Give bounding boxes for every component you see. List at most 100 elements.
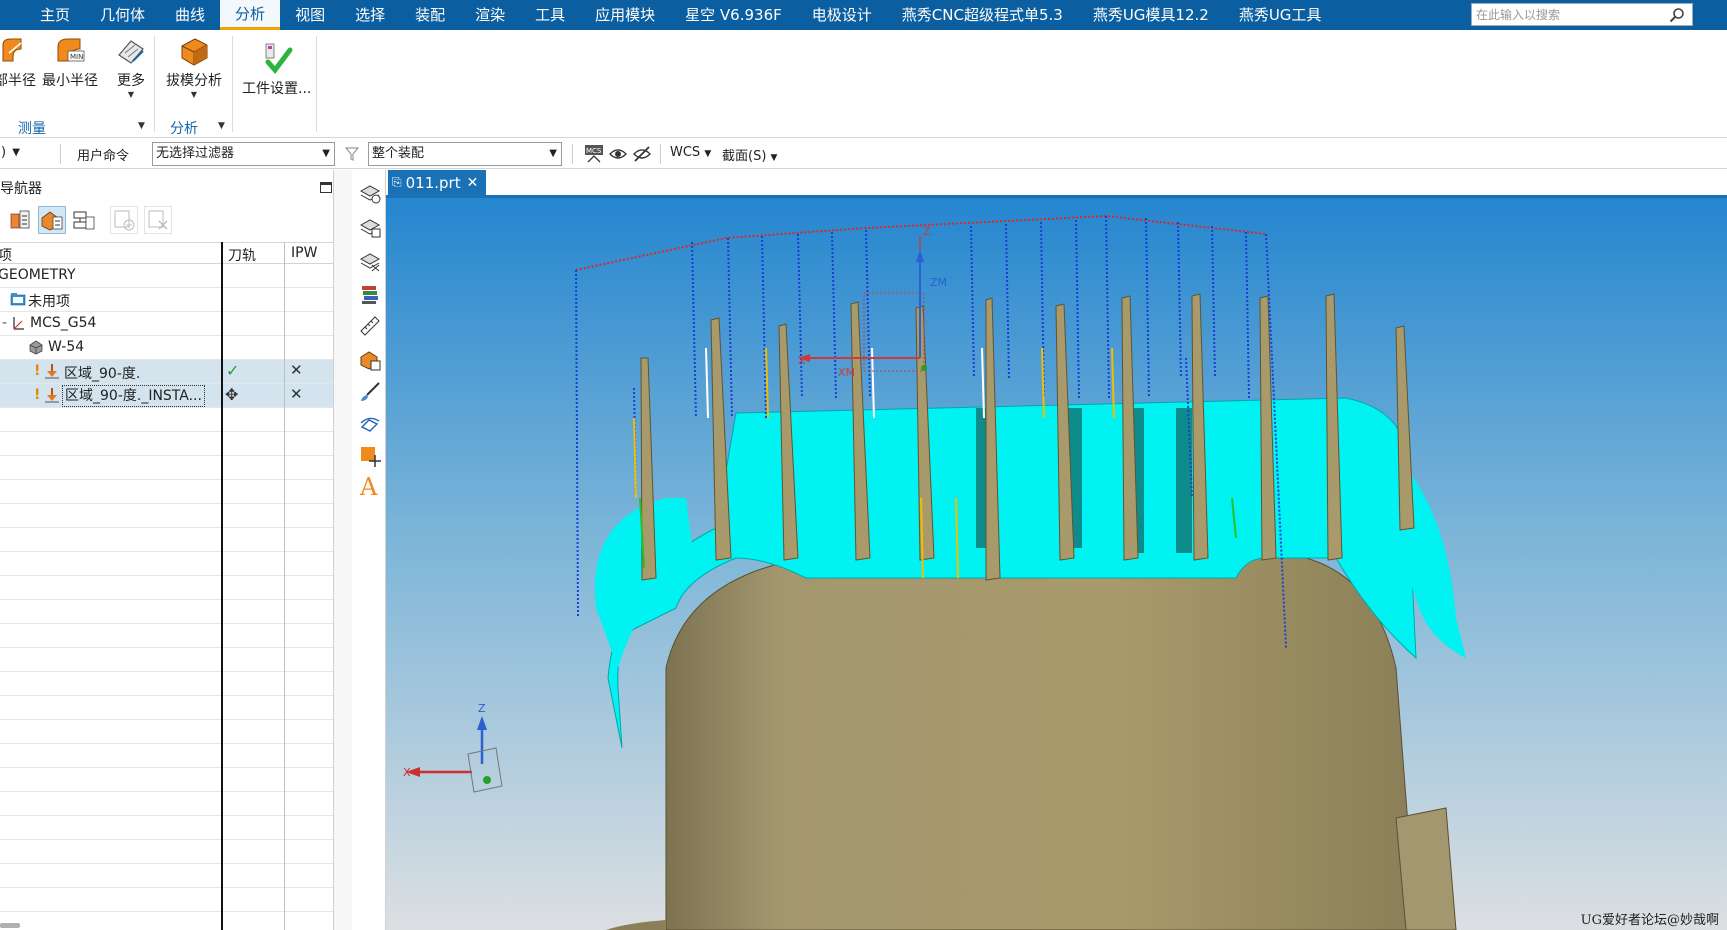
group-analysis-expand-icon[interactable]: ▼ [218,121,225,131]
tree-item-label: GEOMETRY [0,267,76,283]
menu-tools[interactable]: 工具 [520,0,580,30]
panel-splitter[interactable] [334,170,352,930]
text-icon[interactable]: A [357,472,383,500]
wcs-dropdown[interactable]: WCS ▼ [670,145,711,160]
menu-electrode-design[interactable]: 电极设计 [797,0,887,30]
program-order-view-icon[interactable] [6,206,34,234]
min-radius-label: 最小半径 [42,73,98,89]
close-icon[interactable]: ✕ [467,175,479,191]
group-measure-label: 测量 [18,121,46,137]
menu-assembly[interactable]: 装配 [400,0,460,30]
name-column-header[interactable]: 项 [0,245,12,265]
operation-navigator-icon[interactable] [357,346,383,374]
svg-text:MIN: MIN [70,53,83,61]
part-settings-label: 工件设置... [242,81,312,97]
machine-tool-view-icon[interactable] [70,206,98,234]
chevron-down-icon: ▼ [704,149,712,159]
local-radius-button[interactable]: 部半径 [0,34,36,90]
menu-yanxiu-mold[interactable]: 燕秀UG模具12.2 [1078,0,1224,30]
view-orient-icon[interactable] [357,410,383,438]
toolpath-move-icon: ✥ [225,385,239,404]
more-button[interactable]: 更多 ▼ [114,34,148,99]
menu-analysis[interactable]: 分析 [220,0,281,30]
part-file-icon: ⎘ [392,175,402,189]
user-command-label[interactable]: 用户命令 [77,145,129,164]
group-separator [154,36,155,132]
filter-icon[interactable] [342,144,362,164]
group-separator [316,36,317,132]
chevron-down-icon[interactable]: ▼ [191,90,197,99]
maximize-icon[interactable] [320,182,332,193]
mcs-icon[interactable]: MCS [584,144,604,164]
orange-shape-icon[interactable] [357,442,383,470]
menu-select[interactable]: 选择 [340,0,400,30]
tree-item-label: W-54 [48,339,85,355]
warning-icon: ! [34,387,41,403]
menu-render[interactable]: 渲染 [460,0,520,30]
part-step [1395,807,1457,930]
toolpath-column-header[interactable]: 刀轨 [228,245,256,265]
min-radius-button[interactable]: MIN 最小半径 [42,34,98,90]
type-filter-select[interactable]: 无选择过滤器 ▼ [152,142,335,166]
mcs-x-label: X [798,354,806,367]
graphics-viewport[interactable]: Z ZM XM X Z X UG爱好者论坛@妙哉啊 [386,198,1727,930]
wcs-label: WCS [670,145,701,160]
local-radius-label: 部半径 [0,73,36,89]
tree-item-label: 未用项 [28,294,70,310]
toolbar-separator [60,144,61,164]
folder-icon [10,291,26,307]
group-analysis-label: 分析 [170,121,198,137]
menu-home[interactable]: 主页 [0,0,85,30]
column-divider[interactable] [221,242,223,930]
hide-icon[interactable] [632,144,652,164]
graphics-tab[interactable]: ⎘ 011.prt ✕ [388,170,486,195]
menu-curve[interactable]: 曲线 [160,0,220,30]
menu-applications[interactable]: 应用模块 [580,0,670,30]
chevron-down-icon: ▼ [770,153,778,163]
operation-navigator: 导航器 项 刀轨 IPW GEOMETRY 未用项 - [0,170,334,930]
chevron-down-icon[interactable]: ▼ [128,90,134,99]
cavity-mill-icon [44,387,60,403]
search-icon[interactable] [1666,4,1688,25]
toolpath-ok-icon: ✓ [226,361,240,380]
collapse-icon[interactable]: - [2,315,7,331]
part-body [665,557,1417,930]
draft-analysis-button[interactable]: 拔模分析 ▼ [166,34,222,99]
geometry-view-icon[interactable] [38,206,66,234]
graphics-tab-title: 011.prt [405,173,461,192]
selection-scope-select[interactable]: 整个装配 ▼ [368,142,562,166]
model-view: Z ZM XM X Z X [386,198,1727,930]
section-dropdown[interactable]: 截面(S) ▼ [722,145,777,164]
draft-analysis-icon [177,34,211,68]
part-navigator-icon[interactable] [357,248,383,276]
column-divider[interactable] [284,242,285,930]
group-separator [232,36,233,132]
tree-item-label: 区域_90-度. [64,366,141,382]
ipw-column-header[interactable]: IPW [291,245,317,261]
delete-program-icon[interactable] [144,206,172,234]
menu-yanxiu-tools[interactable]: 燕秀UG工具 [1224,0,1337,30]
selection-toolbar: ) ▼ 用户命令 无选择过滤器 ▼ 整个装配 ▼ MCS WCS ▼ 截面(S)… [0,139,1727,169]
menu-yanxiu-cnc[interactable]: 燕秀CNC超级程式单5.3 [887,0,1078,30]
group-measure-expand-icon[interactable]: ▼ [138,121,145,131]
constraint-navigator-icon[interactable] [357,214,383,242]
show-hide-icon[interactable] [608,144,628,164]
menu-xingkong[interactable]: 星空 V6.936F [670,0,797,30]
ruler-icon[interactable] [357,312,383,340]
menu-geometry[interactable]: 几何体 [85,0,160,30]
view-triad-x-label: X [403,766,411,779]
menu-view[interactable]: 视图 [280,0,340,30]
cavity-mill-icon [44,363,60,379]
tree-item-label: 区域_90-度._INSTA... [62,385,205,407]
search-input[interactable] [1472,4,1666,25]
horizontal-scrollbar[interactable] [0,923,20,928]
assembly-navigator-icon[interactable] [357,180,383,208]
paint-brush-icon[interactable] [357,378,383,406]
create-program-icon[interactable] [110,206,138,234]
menu-combo[interactable]: ) ▼ [0,142,24,166]
reuse-library-icon[interactable] [357,280,383,308]
tree-item-label: MCS_G54 [30,315,97,331]
workpiece-icon [28,339,44,355]
part-settings-button[interactable]: 工件设置... [242,42,311,98]
watermark: UG爱好者论坛@妙哉啊 [1580,913,1719,928]
